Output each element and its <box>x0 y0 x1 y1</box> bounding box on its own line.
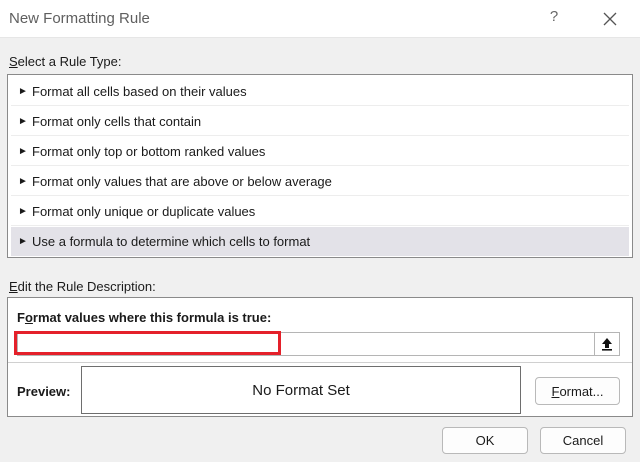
formula-input[interactable] <box>17 332 594 356</box>
preview-label: Preview: <box>17 384 71 399</box>
arrow-right-icon: ► <box>18 205 28 217</box>
cancel-button[interactable]: Cancel <box>540 427 626 454</box>
divider <box>8 362 632 363</box>
arrow-right-icon: ► <box>18 236 28 247</box>
arrow-right-icon: ► <box>18 175 28 187</box>
close-button[interactable] <box>598 8 622 30</box>
range-select-arrow-icon <box>602 338 612 351</box>
rule-type-item-label: Format only values that are above or bel… <box>32 173 332 189</box>
rule-type-item-label: Format only unique or duplicate values <box>32 203 256 219</box>
preview-sample: No Format Set <box>81 366 521 414</box>
rule-type-label: Select a Rule Type: <box>9 54 122 69</box>
rule-type-item[interactable]: ► Format only cells that contain <box>11 107 629 136</box>
rule-type-item[interactable]: ► Format only top or bottom ranked value… <box>11 137 629 166</box>
rule-type-item[interactable]: ► Format only values that are above or b… <box>11 167 629 196</box>
rule-type-item-label: Use a formula to determine which cells t… <box>32 234 311 249</box>
arrow-right-icon: ► <box>18 85 28 97</box>
rule-description-panel: Format values where this formula is true… <box>7 297 633 417</box>
format-button[interactable]: Format... <box>535 377 620 405</box>
rule-type-item-label: Format only top or bottom ranked values <box>32 143 266 159</box>
rule-type-item-label: Format only cells that contain <box>32 113 202 129</box>
title-bar: New Formatting Rule ? <box>0 0 640 38</box>
rule-type-item[interactable]: ► Format only unique or duplicate values <box>11 197 629 226</box>
rule-type-item-selected[interactable]: ► Use a formula to determine which cells… <box>11 227 629 256</box>
help-button[interactable]: ? <box>546 8 562 28</box>
close-icon <box>603 12 617 26</box>
rule-type-list[interactable]: ► Format all cells based on their values… <box>7 74 633 258</box>
arrow-right-icon: ► <box>18 115 28 127</box>
arrow-right-icon: ► <box>18 145 28 157</box>
rule-description-label: Edit the Rule Description: <box>9 279 156 294</box>
formula-label: Format values where this formula is true… <box>17 310 272 325</box>
rule-type-item[interactable]: ► Format all cells based on their values <box>11 77 629 106</box>
dialog-title: New Formatting Rule <box>9 10 150 27</box>
rule-type-item-label: Format all cells based on their values <box>32 83 247 99</box>
new-formatting-rule-dialog: New Formatting Rule ? Select a Rule Type… <box>0 0 640 462</box>
collapse-dialog-button[interactable] <box>594 332 620 356</box>
ok-button[interactable]: OK <box>442 427 528 454</box>
